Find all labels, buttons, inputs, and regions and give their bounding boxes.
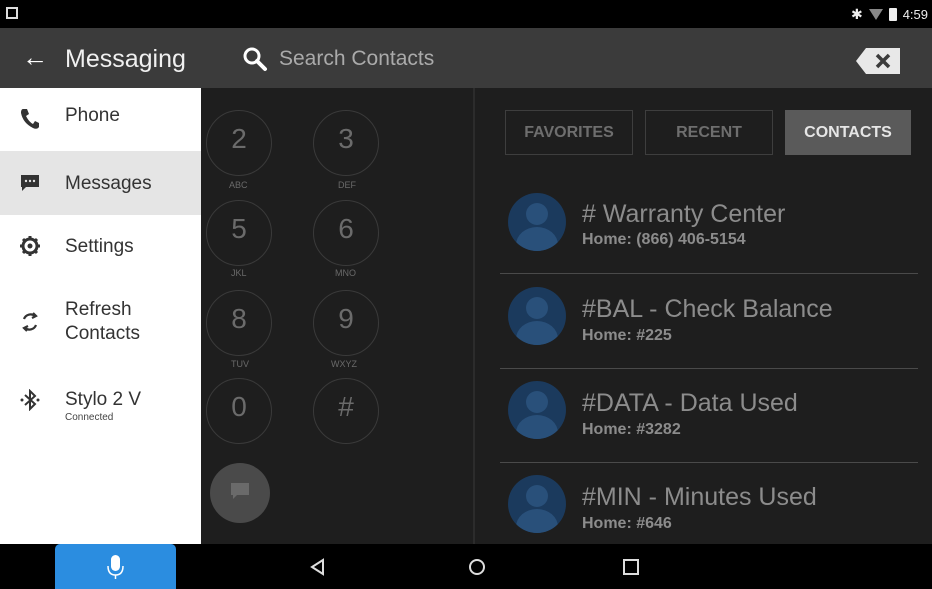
contact-avatar-icon (508, 193, 566, 251)
contact-avatar-icon (508, 381, 566, 439)
drawer-item-label: Phone (65, 105, 120, 126)
drawer-item-label: Messages (65, 173, 152, 194)
voice-input-button[interactable] (55, 544, 176, 589)
key-letters: ABC (229, 180, 248, 190)
system-nav-bar (0, 544, 932, 589)
contact-phone: Home: #646 (582, 515, 672, 532)
phone-icon (18, 107, 42, 131)
wifi-icon (868, 9, 883, 20)
contact-avatar-icon (508, 475, 566, 533)
navigation-drawer: Phone Messages Settings Refresh Contacts… (0, 88, 201, 544)
search-icon[interactable] (240, 44, 270, 74)
message-icon (231, 483, 249, 499)
compose-message-button[interactable] (210, 463, 270, 523)
nav-back-icon[interactable] (305, 554, 331, 580)
nav-home-icon[interactable] (464, 554, 490, 580)
dial-key-6[interactable]: 6 (313, 200, 379, 266)
contact-list-item[interactable]: #DATA - Data Used Home: #3282 (500, 369, 918, 463)
contact-phone: Home: #3282 (582, 421, 681, 438)
drawer-item-messages[interactable]: Messages (0, 151, 201, 215)
contact-name: # Warranty Center (582, 200, 786, 228)
microphone-icon (107, 555, 124, 579)
contacts-panel: FAVORITES RECENT CONTACTS # Warranty Cen… (475, 88, 932, 544)
drawer-item-label: Settings (65, 236, 134, 257)
search-input[interactable] (279, 42, 799, 76)
drawer-item-refresh-contacts[interactable]: Refresh Contacts (0, 278, 201, 366)
dial-key-3[interactable]: 3 (313, 110, 379, 176)
connection-status: Connected (65, 412, 114, 423)
bluetooth-icon (18, 388, 42, 412)
action-bar: ← Messaging (0, 28, 932, 88)
page-title: Messaging (65, 45, 186, 73)
key-letters: TUV (231, 359, 249, 369)
drawer-item-phone[interactable]: Phone (0, 88, 201, 150)
key-letters: DEF (338, 180, 356, 190)
contact-phone: Home: (866) 406-5154 (582, 231, 746, 248)
dial-key-0[interactable]: 0 (206, 378, 272, 444)
contact-list-item[interactable]: #MIN - Minutes Used Home: #646 (500, 463, 918, 544)
gear-icon (18, 234, 42, 258)
key-letters: JKL (231, 268, 247, 278)
dial-key-hash[interactable]: # (313, 378, 379, 444)
status-bar: ✱ 4:59 (0, 0, 932, 28)
drawer-item-settings[interactable]: Settings (0, 215, 201, 277)
tab-recent[interactable]: RECENT (645, 110, 773, 155)
drawer-item-label: Stylo 2 V (65, 389, 142, 410)
refresh-icon (18, 310, 42, 334)
drawer-item-stylo-2-v[interactable]: Stylo 2 V Connected (0, 368, 201, 434)
key-letters: MNO (335, 268, 356, 278)
dial-key-8[interactable]: 8 (206, 290, 272, 356)
contact-name: #MIN - Minutes Used (582, 483, 817, 511)
dial-key-5[interactable]: 5 (206, 200, 272, 266)
dial-key-2[interactable]: 2 (206, 110, 272, 176)
contact-list-item[interactable]: #BAL - Check Balance Home: #225 (500, 275, 918, 369)
drawer-item-label: Refresh Contacts (65, 299, 140, 344)
tab-favorites[interactable]: FAVORITES (505, 110, 633, 155)
message-icon (18, 171, 42, 195)
image-notification-icon (6, 7, 18, 19)
clear-search-icon[interactable] (856, 48, 900, 74)
contact-name: #DATA - Data Used (582, 389, 798, 417)
status-time: 4:59 (902, 7, 928, 22)
nav-recents-icon[interactable] (618, 554, 644, 580)
back-arrow-icon[interactable]: ← (22, 42, 48, 73)
contact-name: #BAL - Check Balance (582, 295, 833, 323)
contact-list-item[interactable]: # Warranty Center Home: (866) 406-5154 (500, 180, 918, 274)
dial-key-9[interactable]: 9 (313, 290, 379, 356)
tab-contacts[interactable]: CONTACTS (785, 110, 911, 155)
contact-phone: Home: #225 (582, 327, 672, 344)
dialer-pad: 2 3 ABC DEF 5 6 JKL MNO 8 9 TUV WXYZ 0 # (201, 88, 473, 544)
bluetooth-status-icon: ✱ (850, 6, 863, 22)
contact-avatar-icon (508, 287, 566, 345)
battery-icon (888, 8, 897, 21)
status-icons: ✱ 4:59 (851, 6, 928, 23)
key-letters: WXYZ (331, 359, 357, 369)
